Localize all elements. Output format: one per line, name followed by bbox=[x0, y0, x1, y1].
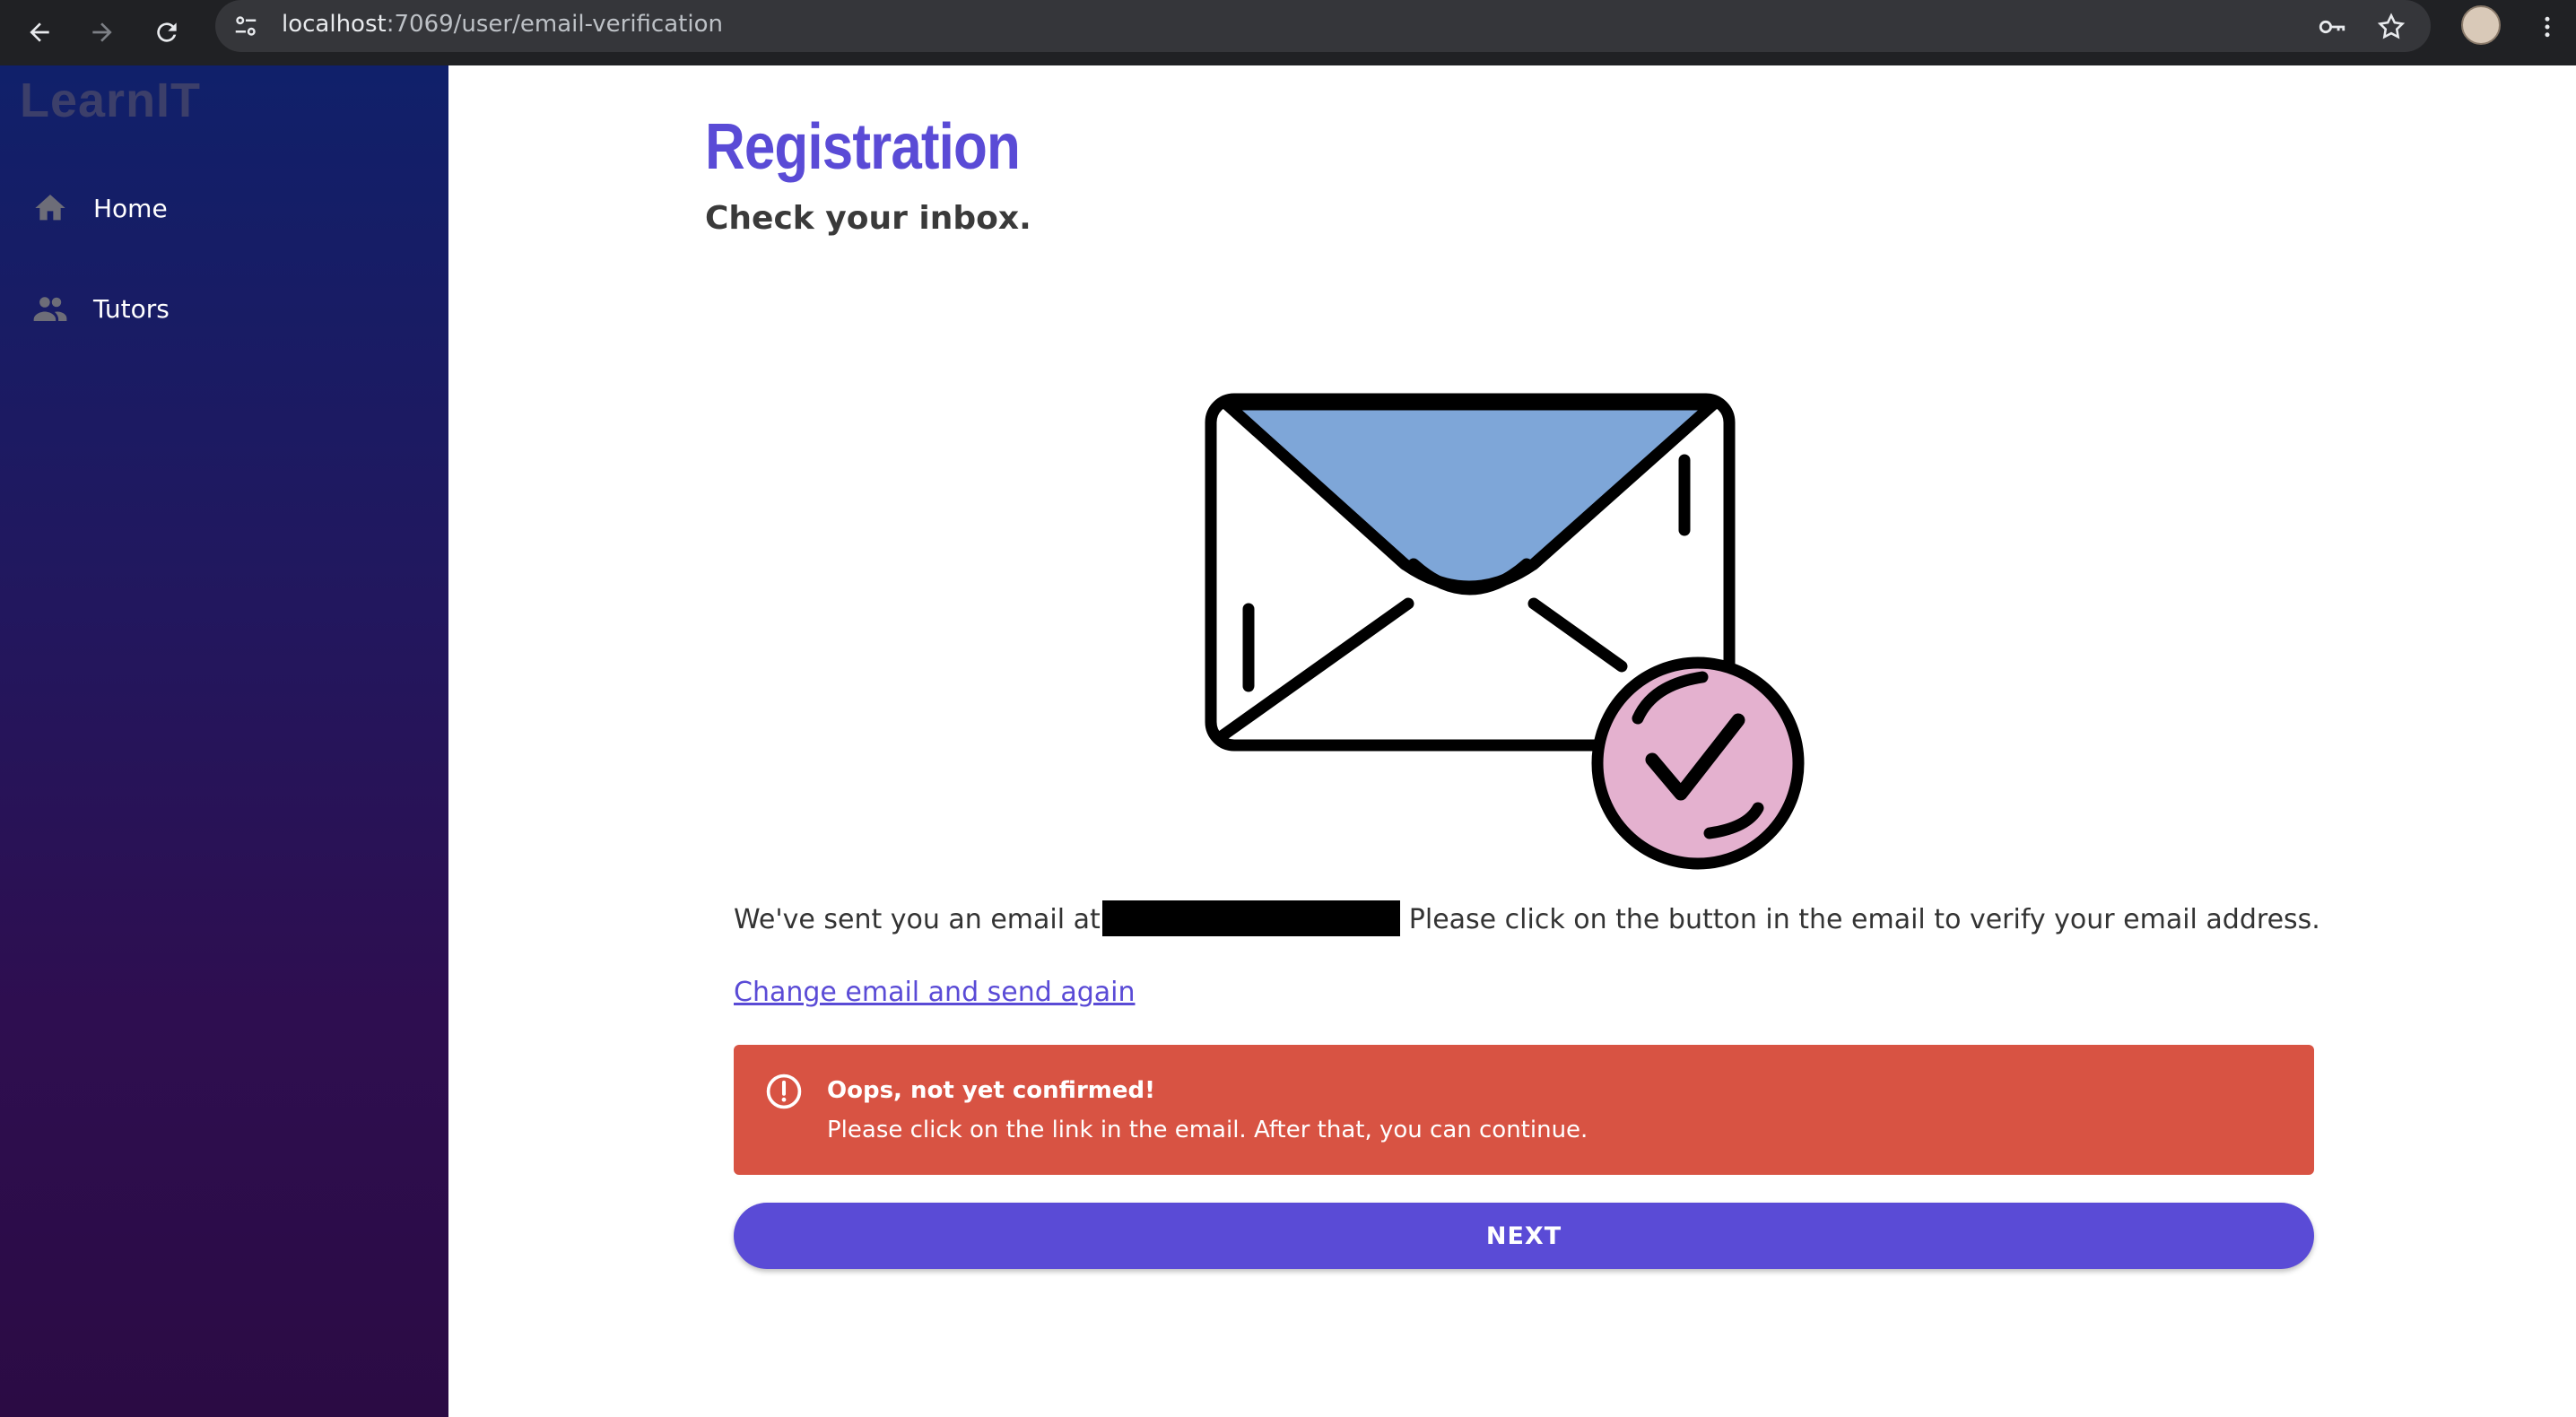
sidebar-item-tutors[interactable]: Tutors bbox=[0, 268, 448, 349]
url-host: localhost bbox=[282, 11, 387, 38]
arrow-right-icon bbox=[92, 22, 112, 42]
verification-message: We've sent you an email at Please click o… bbox=[734, 900, 2320, 936]
error-circle-icon bbox=[766, 1074, 802, 1109]
star-icon bbox=[2377, 13, 2406, 39]
profile-avatar[interactable] bbox=[2461, 5, 2501, 45]
next-button[interactable]: NEXT bbox=[734, 1203, 2314, 1269]
sidebar-item-home[interactable]: Home bbox=[0, 168, 448, 248]
address-bar[interactable]: localhost:7069/user/email-verification bbox=[215, 0, 2431, 52]
main-content: Registration Check your inbox. We've sen… bbox=[448, 65, 2576, 1417]
url-text[interactable]: localhost:7069/user/email-verification bbox=[282, 11, 723, 38]
key-icon bbox=[2319, 20, 2345, 34]
error-alert: Oops, not yet confirmed! Please click on… bbox=[734, 1045, 2314, 1175]
browser-menu-button[interactable] bbox=[2529, 5, 2565, 48]
reload-icon bbox=[157, 22, 177, 42]
arrow-left-icon bbox=[30, 22, 49, 42]
sidebar-item-label: Tutors bbox=[93, 293, 170, 324]
reload-button[interactable] bbox=[140, 5, 194, 59]
sidebar-item-label: Home bbox=[93, 193, 168, 223]
page-subtitle: Check your inbox. bbox=[705, 200, 1031, 237]
envelope-check-illustration bbox=[1205, 393, 1805, 870]
site-info-icon[interactable] bbox=[228, 8, 264, 44]
forward-button[interactable] bbox=[75, 5, 129, 59]
people-icon bbox=[30, 289, 70, 328]
message-after: Please click on the button in the email … bbox=[1408, 904, 2320, 935]
url-path: :7069/user/email-verification bbox=[386, 11, 723, 38]
sidebar: LearnIT Home Tutors bbox=[0, 65, 448, 1417]
alert-title: Oops, not yet confirmed! bbox=[827, 1077, 1155, 1104]
back-button[interactable] bbox=[13, 5, 66, 59]
more-vertical-icon bbox=[2545, 16, 2550, 38]
bookmark-button[interactable] bbox=[2370, 5, 2413, 48]
message-before: We've sent you an email at bbox=[734, 904, 1101, 935]
change-email-link[interactable]: Change email and send again bbox=[734, 977, 1135, 1008]
alert-text: Please click on the link in the email. A… bbox=[827, 1117, 1588, 1143]
page-title: Registration bbox=[705, 111, 1021, 183]
browser-toolbar: localhost:7069/user/email-verification bbox=[0, 0, 2576, 65]
home-icon bbox=[30, 188, 70, 228]
redacted-email bbox=[1101, 900, 1400, 936]
brand-logo[interactable]: LearnIT bbox=[20, 73, 201, 128]
password-key-button[interactable] bbox=[2311, 5, 2354, 48]
